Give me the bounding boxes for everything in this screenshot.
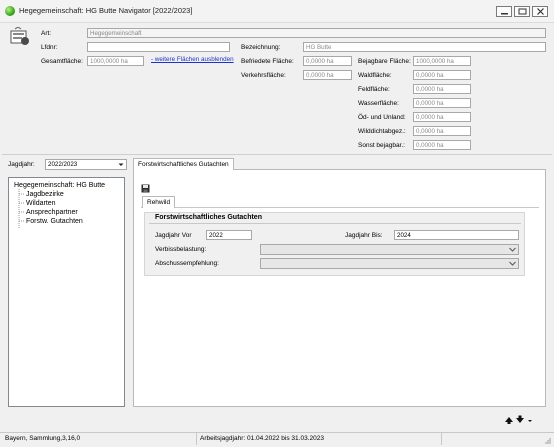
minimize-button[interactable]	[496, 6, 512, 17]
status-left: Bayern, Sammlung,3,16,0	[5, 435, 81, 442]
tree-item-jagdbezirke[interactable]: Jagdbezirke	[26, 191, 64, 198]
save-icon[interactable]	[141, 184, 150, 193]
jagdjahr-vor-field[interactable]: 2022	[206, 230, 252, 240]
art-field: Hegegemeinschaft	[87, 28, 546, 38]
restore-icon	[518, 8, 527, 15]
bejagbare-flaeche-field[interactable]: 1000,0000 ha	[413, 56, 471, 66]
jagdjahr-bis-label: Jagdjahr Bis:	[345, 232, 383, 239]
gutachten-group-title: Forstwirtschaftliches Gutachten	[155, 214, 262, 221]
tree-lines	[18, 189, 24, 229]
wilddicht-field[interactable]: 0,0000 ha	[413, 126, 471, 136]
lfdnr-label: Lfdnr:	[41, 44, 58, 51]
resize-grip-icon[interactable]	[544, 437, 552, 445]
art-label: Art:	[41, 30, 52, 37]
chevron-down-icon	[509, 261, 516, 266]
sonst-bejagbar-label: Sonst bejagbar.:	[358, 142, 405, 149]
verbissbelastung-label: Verbissbelastung:	[155, 246, 207, 253]
bezeichnung-label: Bezeichnung:	[241, 44, 281, 51]
app-icon	[5, 6, 15, 16]
wasserflaeche-label: Wasserfläche:	[358, 100, 399, 107]
header-separator	[2, 154, 552, 155]
status-divider	[441, 433, 442, 445]
verkehrsflaeche-field[interactable]: 0,0000 ha	[303, 70, 352, 80]
gesamtflaeche-label: Gesamtfläche:	[41, 58, 83, 65]
hunting-community-icon	[10, 27, 29, 45]
tab-forstwirtschaftliches-gutachten[interactable]: Forstwirtschaftliches Gutachten	[133, 158, 234, 170]
verbissbelastung-select[interactable]	[260, 244, 519, 255]
inner-tab-line	[141, 207, 539, 208]
tree-item-wildarten[interactable]: Wildarten	[26, 200, 56, 207]
arrow-up-icon[interactable]	[505, 417, 513, 424]
close-button[interactable]	[532, 6, 548, 17]
gesamtflaeche-field[interactable]: 1000,0000 ha	[87, 56, 144, 66]
status-divider	[196, 433, 197, 445]
arrow-down-icon[interactable]	[516, 415, 524, 424]
jagdjahr-select[interactable]: 2022/2023	[45, 159, 127, 170]
abschussempfehlung-label: Abschussempfehlung:	[155, 260, 219, 267]
minimize-icon	[501, 13, 508, 15]
sonst-bejagbar-field[interactable]: 0,0000 ha	[413, 140, 471, 150]
window-title: Hegegemeinschaft: HG Butte Navigator [20…	[19, 6, 193, 15]
feldflaeche-field[interactable]: 0,0000 ha	[413, 84, 471, 94]
bejagbare-flaeche-label: Bejagbare Fläche:	[358, 58, 411, 65]
abschussempfehlung-select[interactable]	[260, 258, 519, 269]
small-chevron-down-icon[interactable]	[528, 420, 532, 422]
feldflaeche-label: Feldfläche:	[358, 86, 390, 93]
oed-unland-field[interactable]: 0,0000 ha	[413, 112, 471, 122]
close-icon	[537, 8, 544, 15]
waldflaeche-field[interactable]: 0,0000 ha	[413, 70, 471, 80]
main-panel	[133, 169, 546, 407]
record-navigation	[505, 415, 532, 424]
tree-root-item[interactable]: Hegegemeinschaft: HG Butte	[14, 182, 105, 189]
jagdjahr-bis-field[interactable]: 2024	[394, 230, 519, 240]
group-title-underline	[149, 223, 521, 224]
maximize-button[interactable]	[514, 6, 530, 17]
jagdjahr-value: 2022/2023	[48, 161, 78, 168]
tab-rehwild[interactable]: Rehwild	[142, 196, 176, 208]
tree-item-ansprechpartner[interactable]: Ansprechpartner	[26, 209, 78, 216]
befriedete-flaeche-label: Befriedete Fläche:	[241, 58, 294, 65]
befriedete-flaeche-field[interactable]: 0,0000 ha	[303, 56, 352, 66]
bezeichnung-field[interactable]: HG Butte	[303, 42, 546, 52]
jagdjahr-vor-label: Jagdjahr Vor	[155, 232, 192, 239]
wilddicht-label: Wilddichtabgez.:	[358, 128, 406, 135]
lfdnr-field[interactable]	[87, 42, 230, 52]
verkehrsflaeche-label: Verkehrsfläche:	[241, 72, 286, 79]
chevron-down-icon	[509, 247, 516, 252]
jagdjahr-label: Jagdjahr:	[8, 161, 35, 168]
wasserflaeche-field[interactable]: 0,0000 ha	[413, 98, 471, 108]
toggle-more-areas-link[interactable]: - weitere Flächen ausblenden	[151, 56, 234, 63]
status-middle: Arbeitsjagdjahr: 01.04.2022 bis 31.03.20…	[200, 435, 324, 442]
navigation-tree: Hegegemeinschaft: HG Butte Jagdbezirke W…	[8, 177, 125, 407]
waldflaeche-label: Waldfläche:	[358, 72, 392, 79]
chevron-down-icon	[118, 163, 124, 166]
tree-item-forstw-gutachten[interactable]: Forstw. Gutachten	[26, 218, 83, 225]
oed-unland-label: Öd- und Unland:	[358, 114, 406, 121]
